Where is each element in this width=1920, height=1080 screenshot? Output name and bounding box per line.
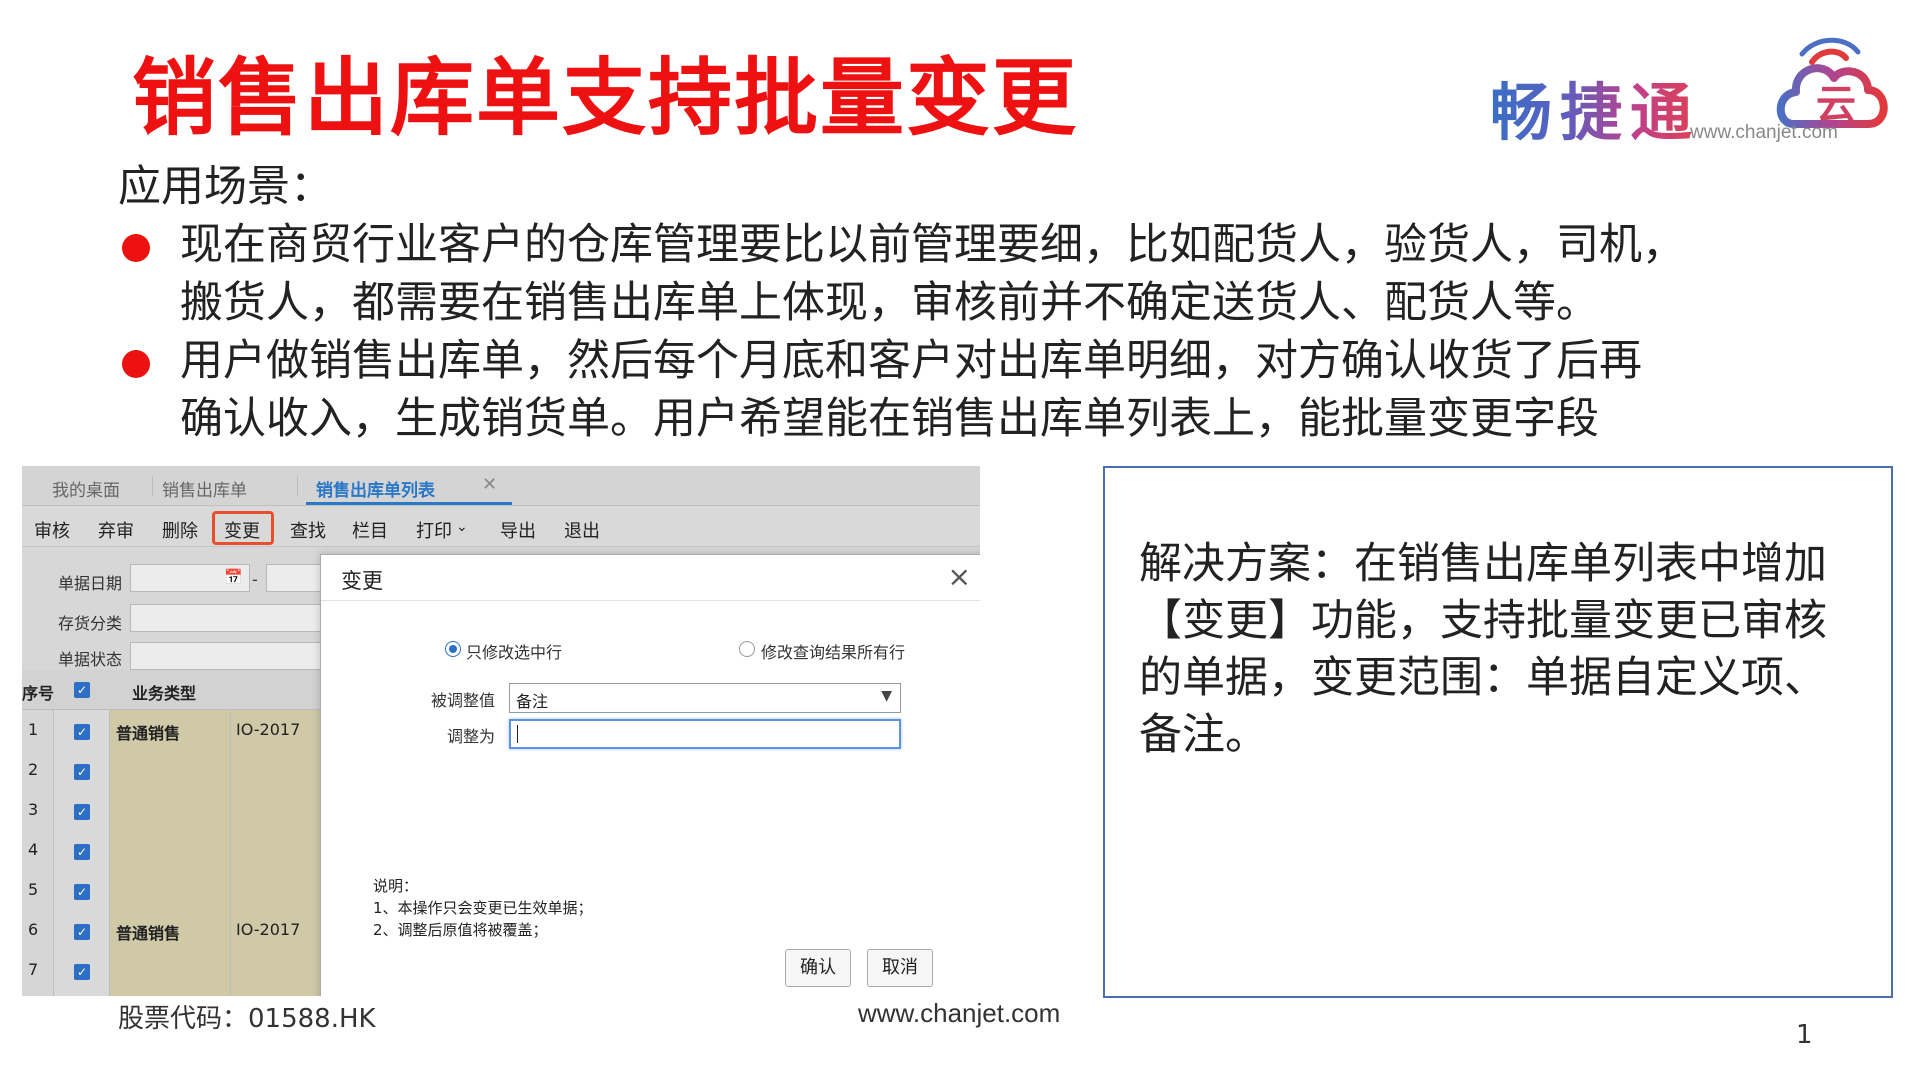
- unaudit-button[interactable]: 弃审: [98, 517, 134, 543]
- stock-code: 股票代码：01588.HK: [118, 1004, 376, 1034]
- select-all-checkbox[interactable]: ✓: [74, 682, 90, 698]
- slide-title: 销售出库单支持批量变更: [132, 49, 1079, 147]
- field-select-label: 被调整值: [431, 691, 496, 710]
- change-dialog: 变更 × 只修改选中行 修改查询结果所有行 被调整值 备注 ▼ 调整为 说明： …: [320, 554, 980, 996]
- tab-my-desktop[interactable]: 我的桌面: [52, 476, 120, 501]
- toolbar: 审核 弃审 删除 变更 查找 栏目 打印 ⌄ 导出 退出: [22, 507, 980, 547]
- solution-box: 解决方案：在销售出库单列表中增加【变更】功能，支持批量变更已审核的单据，变更范围…: [1103, 466, 1893, 998]
- row-checkbox[interactable]: ✓: [74, 844, 90, 860]
- row-checkbox[interactable]: ✓: [74, 924, 90, 940]
- row-seq: 1: [28, 720, 39, 739]
- chanjet-logo: 畅捷通 云 www.chanjet.com: [1490, 28, 1890, 158]
- row-seq: 3: [28, 800, 39, 819]
- dialog-title: 变更: [341, 569, 383, 593]
- status-input[interactable]: [130, 642, 326, 670]
- confirm-button[interactable]: 确认: [785, 949, 851, 987]
- text-caret: [517, 725, 518, 743]
- row-checkbox[interactable]: ✓: [74, 884, 90, 900]
- print-dropdown-icon[interactable]: ⌄: [456, 519, 468, 535]
- row-seq: 4: [28, 840, 39, 859]
- row-checkbox[interactable]: ✓: [74, 804, 90, 820]
- bullet-line: 确认收入，生成销货单。用户希望能在销售出库单列表上，能批量变更字段: [180, 394, 1599, 444]
- bullet-line: 搬货人，都需要在销售出库单上体现，审核前并不确定送货人、配货人等。: [180, 278, 1599, 328]
- row-seq: 2: [28, 760, 39, 779]
- tab-bar: 我的桌面 销售出库单 销售出库单列表 ✕: [22, 466, 980, 506]
- date-filter-label: 单据日期: [58, 574, 123, 593]
- bullet-item: 现在商贸行业客户的仓库管理要比以前管理要细，比如配货人，验货人，司机， 搬货人，…: [118, 216, 1898, 332]
- seq-header: 序号: [22, 684, 55, 703]
- bullet-item: 用户做销售出库单，然后每个月底和客户对出库单明细，对方确认收货了后再 确认收入，…: [118, 332, 1898, 448]
- tab-sales-outbound-list[interactable]: 销售出库单列表: [316, 476, 435, 501]
- dialog-header: 变更 ×: [321, 555, 980, 601]
- delete-button[interactable]: 删除: [162, 517, 198, 543]
- adjust-to-label: 调整为: [447, 727, 496, 746]
- print-button[interactable]: 打印: [416, 517, 452, 543]
- biz-type-header: 业务类型: [132, 684, 197, 703]
- columns-button[interactable]: 栏目: [352, 517, 388, 543]
- adjust-to-input[interactable]: [509, 719, 901, 749]
- row-seq: 7: [28, 960, 39, 979]
- active-tab-indicator: [306, 502, 512, 505]
- all-rows-label[interactable]: 修改查询结果所有行: [761, 639, 905, 663]
- exit-button[interactable]: 退出: [564, 517, 600, 543]
- chevron-down-icon[interactable]: ▼: [881, 688, 892, 704]
- note-line: 2、调整后原值将被覆盖；: [373, 921, 548, 939]
- export-button[interactable]: 导出: [500, 517, 536, 543]
- note-line: 1、本操作只会变更已生效单据；: [373, 899, 593, 917]
- row-checkbox[interactable]: ✓: [74, 724, 90, 740]
- row-seq: 6: [28, 920, 39, 939]
- find-button[interactable]: 查找: [290, 517, 326, 543]
- selected-rows-label[interactable]: 只修改选中行: [466, 639, 562, 663]
- notes-title: 说明：: [373, 877, 419, 895]
- row-checkbox[interactable]: ✓: [74, 964, 90, 980]
- audit-button[interactable]: 审核: [34, 517, 70, 543]
- all-rows-radio[interactable]: [739, 641, 755, 657]
- row-checkbox[interactable]: ✓: [74, 764, 90, 780]
- row-biz-type: 普通销售: [116, 924, 181, 943]
- row-biz-type: 普通销售: [116, 724, 181, 743]
- bullet-dot-icon: [122, 350, 150, 378]
- tab-close-icon[interactable]: ✕: [482, 474, 497, 495]
- cancel-button[interactable]: 取消: [867, 949, 933, 987]
- change-button[interactable]: 变更: [224, 517, 260, 543]
- tab-divider: [297, 476, 298, 496]
- date-range-separator: -: [252, 570, 258, 589]
- date-from-input[interactable]: 📅: [130, 564, 250, 592]
- bullet-dot-icon: [122, 234, 150, 262]
- category-filter-label: 存货分类: [58, 614, 123, 633]
- solution-text: 解决方案：在销售出库单列表中增加【变更】功能，支持批量变更已审核的单据，变更范围…: [1139, 539, 1827, 760]
- category-input[interactable]: [130, 604, 326, 632]
- tab-divider: [152, 476, 153, 496]
- row-doc-code: IO-2017: [236, 720, 301, 739]
- tab-sales-outbound[interactable]: 销售出库单: [162, 476, 247, 501]
- row-doc-code: IO-2017: [236, 920, 301, 939]
- row-seq: 5: [28, 880, 39, 899]
- date-to-input[interactable]: [266, 564, 326, 592]
- page-number: 1: [1796, 1020, 1813, 1050]
- status-filter-label: 单据状态: [58, 650, 123, 669]
- logo-url: www.chanjet.com: [1690, 122, 1838, 143]
- footer-url[interactable]: www.chanjet.com: [858, 998, 1060, 1029]
- calendar-icon[interactable]: 📅: [224, 568, 243, 586]
- bullet-line: 用户做销售出库单，然后每个月底和客户对出库单明细，对方确认收货了后再: [180, 336, 1642, 386]
- close-icon[interactable]: ×: [948, 559, 971, 595]
- logo-text: 畅捷通: [1490, 62, 1700, 152]
- bullet-line: 现在商贸行业客户的仓库管理要比以前管理要细，比如配货人，验货人，司机，: [180, 220, 1685, 270]
- scenario-heading: 应用场景：: [118, 162, 333, 212]
- selected-rows-radio[interactable]: [445, 641, 461, 657]
- field-select-value: 备注: [516, 692, 549, 711]
- field-select[interactable]: 备注 ▼: [509, 683, 901, 713]
- app-screenshot: 我的桌面 销售出库单 销售出库单列表 ✕ 审核 弃审 删除 变更 查找 栏目 打…: [22, 466, 980, 996]
